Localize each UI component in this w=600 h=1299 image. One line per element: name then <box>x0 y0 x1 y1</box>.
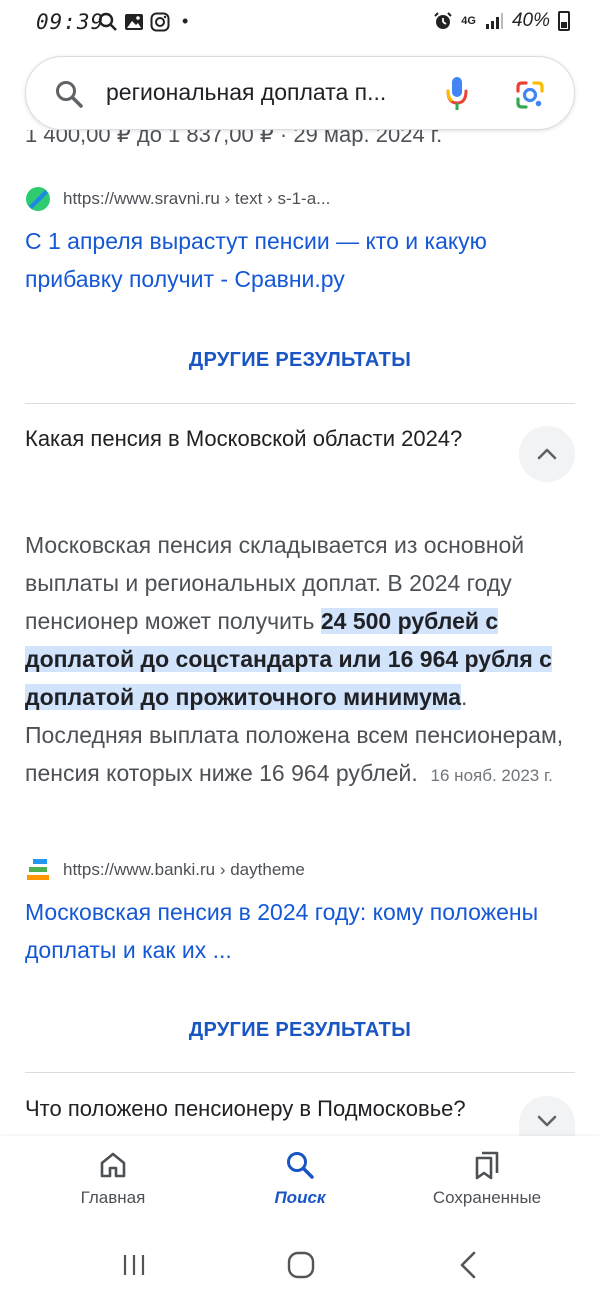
notification-icons: • <box>98 11 188 32</box>
result-source[interactable]: https://www.sravni.ru › text › s-1-a... <box>25 186 330 212</box>
status-right: 4G 40% <box>433 10 570 32</box>
nav-home-label: Главная <box>80 1188 146 1207</box>
google-lens-icon[interactable] <box>514 79 546 111</box>
search-input[interactable]: региональная доплата п... <box>106 79 386 106</box>
partial-snippet-text: 1 400,00 ₽ до 1 837,00 ₽ · 29 мар. 2024 … <box>25 130 443 146</box>
recent-apps-icon[interactable] <box>120 1251 148 1279</box>
result-url: https://www.banki.ru › daytheme <box>63 860 305 879</box>
bottom-navigation: Главная Поиск Сохраненные <box>0 1136 600 1231</box>
result-title-link[interactable]: Московская пенсия в 2024 году: кому поло… <box>25 893 570 969</box>
more-results-button[interactable]: ДРУГИЕ РЕЗУЛЬТАТЫ <box>0 1019 600 1042</box>
nav-search-label: Поиск <box>274 1188 326 1207</box>
nav-home[interactable]: Главная <box>23 1150 203 1208</box>
instagram-notification-icon <box>150 12 170 31</box>
search-bar[interactable]: региональная доплата п... <box>25 56 575 130</box>
nav-saved[interactable]: Сохраненные <box>397 1150 577 1208</box>
gallery-notification-icon <box>125 13 143 30</box>
search-notification-icon <box>98 12 117 31</box>
answer-date: 16 нояб. 2023 г. <box>430 766 553 785</box>
search-icon <box>287 1152 314 1179</box>
nav-saved-label: Сохраненные <box>432 1188 542 1207</box>
search-icon[interactable] <box>54 79 84 109</box>
status-bar: 09:39 • 4G 40% <box>0 0 600 46</box>
banki-favicon <box>27 859 49 880</box>
faq-question[interactable]: Что положено пенсионеру в Подмосковье? <box>25 1092 495 1136</box>
collapse-button[interactable] <box>519 426 575 482</box>
faq-question[interactable]: Какая пенсия в Московской области 2024? <box>25 422 495 455</box>
divider <box>25 403 575 404</box>
system-navigation-bar <box>0 1231 600 1299</box>
divider <box>25 1072 575 1073</box>
status-time: 09:39 <box>36 10 105 34</box>
result-source[interactable]: https://www.banki.ru › daytheme <box>25 857 305 883</box>
more-notifications-dot: • <box>182 11 189 31</box>
faq-answer: Московская пенсия складывается из основн… <box>25 526 580 795</box>
alarm-icon <box>434 12 452 29</box>
battery-percent: 40% <box>511 10 550 31</box>
battery-icon <box>558 11 570 31</box>
more-results-button[interactable]: ДРУГИЕ РЕЗУЛЬТАТЫ <box>0 349 600 372</box>
microphone-icon[interactable] <box>444 75 470 113</box>
chevron-down-icon <box>537 1115 557 1127</box>
result-title-link[interactable]: С 1 апреля вырастут пенсии — кто и какую… <box>25 222 570 298</box>
back-icon[interactable] <box>456 1250 482 1280</box>
network-type: 4G <box>461 15 476 27</box>
home-button-icon[interactable] <box>286 1250 316 1280</box>
sravni-favicon <box>26 187 50 211</box>
bookmarks-icon <box>475 1151 499 1180</box>
chevron-up-icon <box>537 448 557 460</box>
result-url: https://www.sravni.ru › text › s-1-a... <box>63 189 331 208</box>
home-icon <box>100 1152 126 1178</box>
signal-icon <box>485 13 503 29</box>
expand-button[interactable] <box>519 1096 575 1136</box>
nav-search[interactable]: Поиск <box>210 1150 390 1208</box>
